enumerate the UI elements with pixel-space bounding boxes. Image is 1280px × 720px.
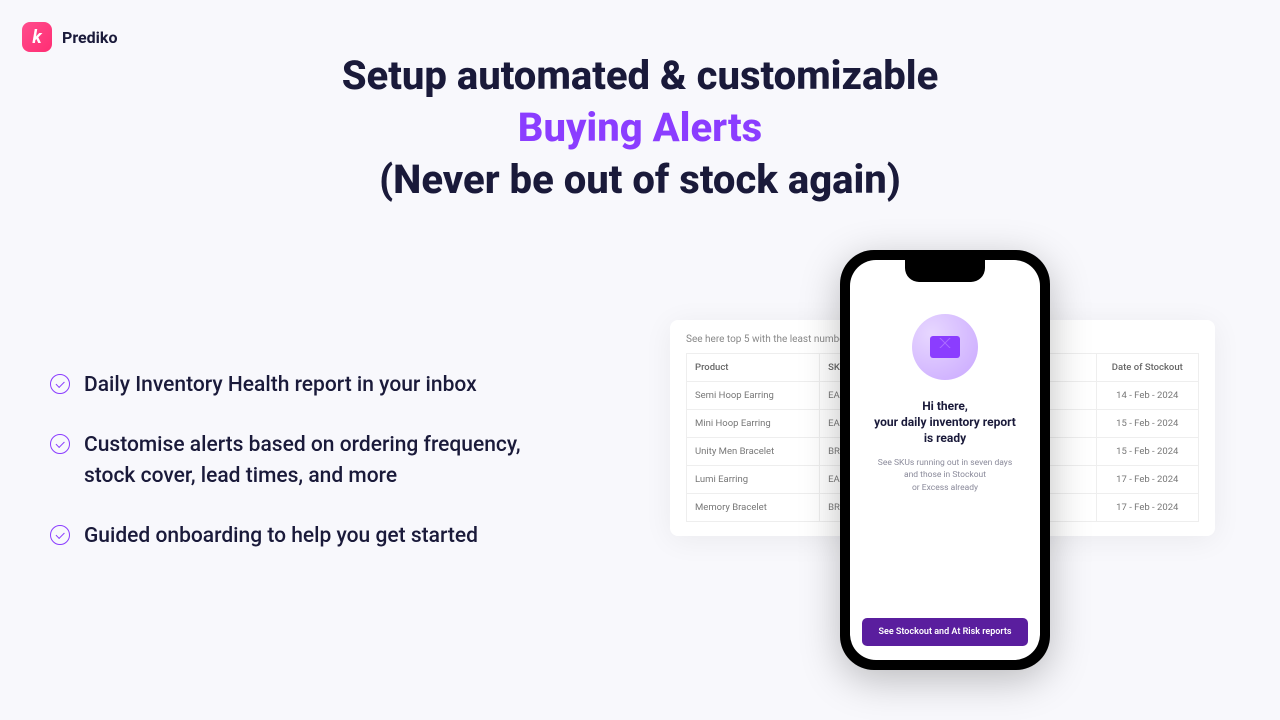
phone-sub-line: and those in Stockout	[904, 470, 986, 480]
headline: Setup automated & customizable Buying Al…	[0, 50, 1280, 206]
phone-screen: Hi there, your daily inventory report is…	[850, 260, 1040, 660]
cell-product: Semi Hoop Earring	[687, 382, 820, 410]
feature-list: Daily Inventory Health report in your in…	[50, 370, 570, 580]
cell-product: Memory Bracelet	[687, 494, 820, 522]
col-product: Product	[687, 354, 820, 382]
feature-text: Customise alerts based on ordering frequ…	[84, 430, 570, 493]
brand-glyph-icon: k	[22, 22, 52, 52]
mail-icon	[930, 336, 960, 358]
phone-mockup: Hi there, your daily inventory report is…	[840, 250, 1050, 670]
see-reports-button[interactable]: See Stockout and At Risk reports	[862, 618, 1028, 646]
feature-text: Guided onboarding to help you get starte…	[84, 521, 478, 553]
check-circle-icon	[50, 434, 70, 454]
col-date: Date of Stockout	[1096, 354, 1198, 382]
mail-badge	[912, 314, 978, 380]
cell-product: Lumi Earring	[687, 466, 820, 494]
headline-accent: Buying Alerts	[518, 104, 762, 151]
brand-logo: k Prediko	[22, 22, 117, 52]
cell-product: Mini Hoop Earring	[687, 410, 820, 438]
cell-product: Unity Men Bracelet	[687, 438, 820, 466]
check-circle-icon	[50, 525, 70, 545]
cell-date: 15 - Feb - 2024	[1096, 438, 1198, 466]
phone-sub-line: See SKUs running out in seven days	[878, 458, 1012, 468]
feature-text: Daily Inventory Health report in your in…	[84, 370, 477, 402]
phone-heading-line: your daily inventory report	[874, 415, 1016, 429]
check-circle-icon	[50, 374, 70, 394]
cell-date: 14 - Feb - 2024	[1096, 382, 1198, 410]
cell-date: 17 - Feb - 2024	[1096, 494, 1198, 522]
phone-heading-line: is ready	[924, 431, 966, 445]
feature-item: Daily Inventory Health report in your in…	[50, 370, 570, 402]
cell-date: 17 - Feb - 2024	[1096, 466, 1198, 494]
feature-item: Guided onboarding to help you get starte…	[50, 521, 570, 553]
brand-name: Prediko	[62, 28, 117, 47]
feature-item: Customise alerts based on ordering frequ…	[50, 430, 570, 493]
phone-heading-line: Hi there,	[922, 399, 968, 413]
phone-subtext: See SKUs running out in seven days and t…	[878, 457, 1012, 495]
headline-line1: Setup automated & customizable	[342, 52, 939, 99]
phone-notch	[905, 260, 985, 282]
phone-heading: Hi there, your daily inventory report is…	[874, 398, 1016, 447]
phone-sub-line: or Excess already	[912, 483, 978, 493]
headline-line3: (Never be out of stock again)	[379, 156, 901, 203]
illustration: See here top 5 with the least number Pro…	[670, 250, 1230, 680]
cell-date: 15 - Feb - 2024	[1096, 410, 1198, 438]
